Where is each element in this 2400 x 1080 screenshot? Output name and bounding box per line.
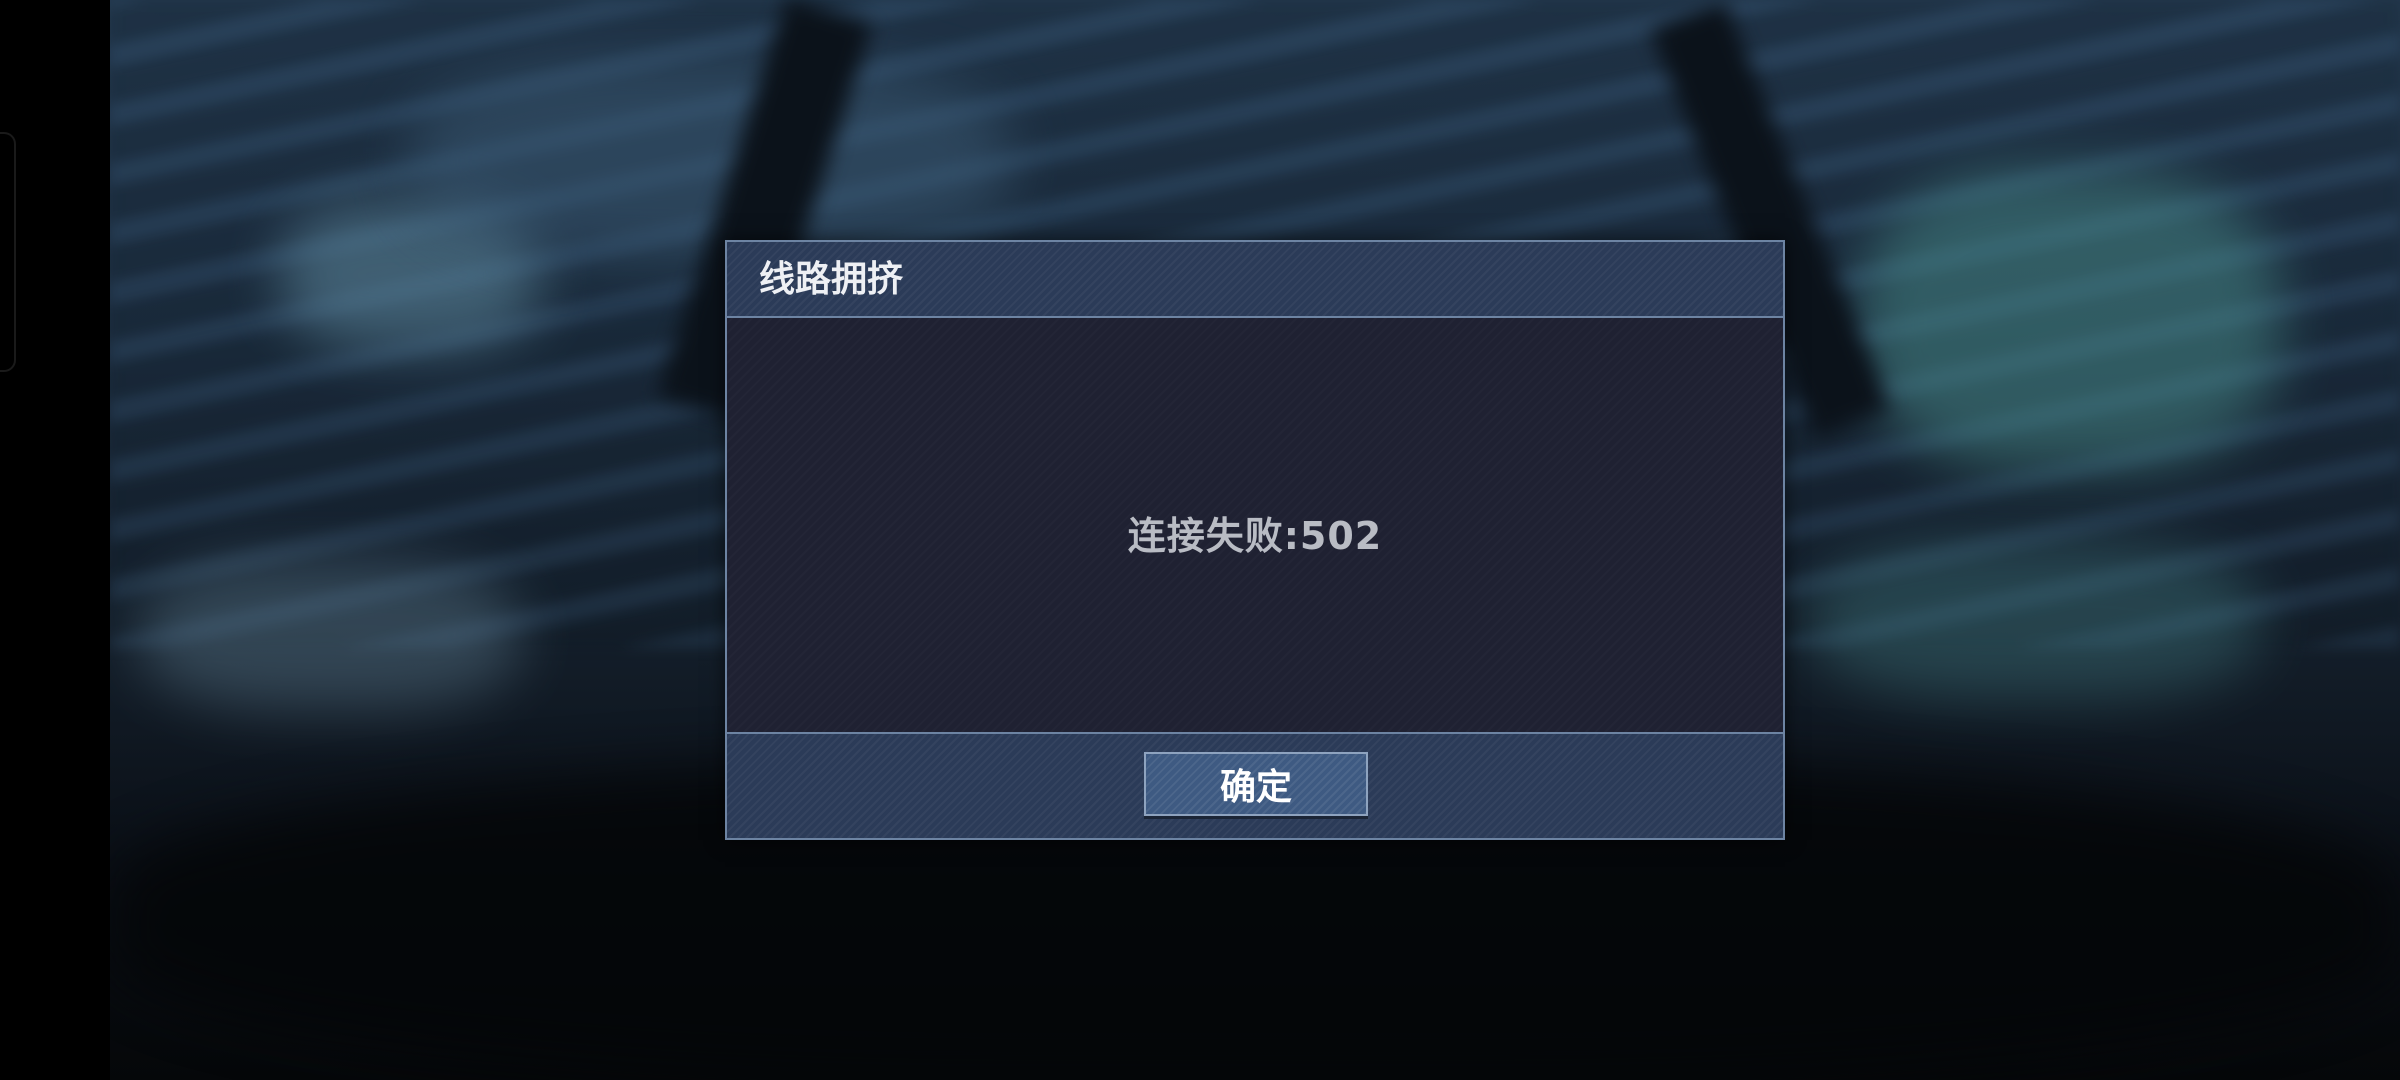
background-light — [140, 560, 520, 710]
dialog-title: 线路拥挤 — [759, 259, 904, 300]
dialog-header: 线路拥挤 — [727, 242, 1783, 318]
dialog-footer: 确定 — [727, 732, 1783, 838]
background-light — [1810, 540, 2260, 700]
letterbox-strip — [0, 0, 110, 1080]
dialog-body: 连接失败:502 — [727, 318, 1783, 734]
background-light — [1860, 170, 2280, 470]
game-screen: 线路拥挤 连接失败:502 确定 — [0, 0, 2400, 1080]
error-message: 连接失败:502 — [1127, 513, 1383, 558]
edge-handle — [0, 132, 16, 372]
connection-error-dialog: 线路拥挤 连接失败:502 确定 — [725, 240, 1785, 840]
confirm-button[interactable]: 确定 — [1144, 752, 1368, 816]
